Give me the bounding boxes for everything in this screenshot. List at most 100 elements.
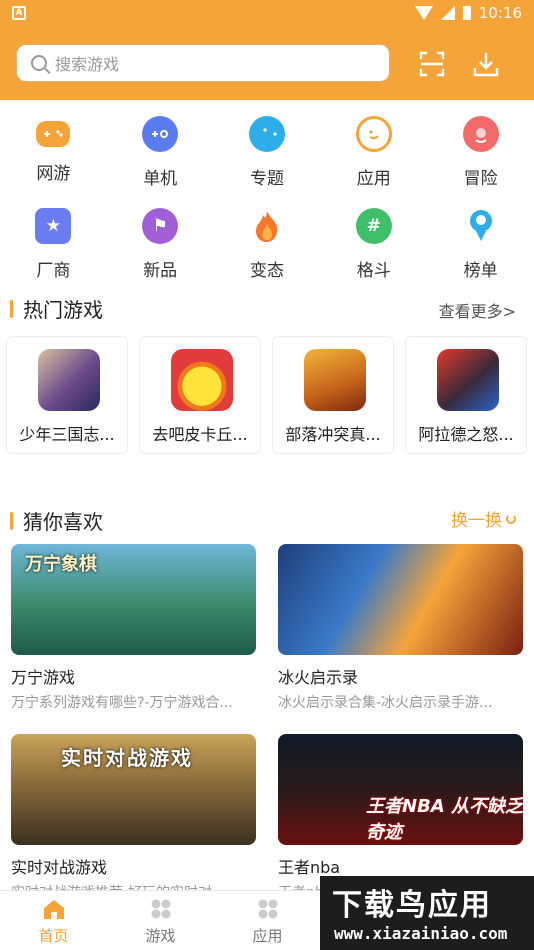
guess-card[interactable]: 冰火启示录 冰火启示录合集-冰火启示录手游... (278, 544, 523, 726)
tab-label: 游戏 (145, 927, 176, 945)
category-app[interactable]: 应用 (320, 108, 427, 200)
hashtag-chat-icon: # (355, 208, 392, 244)
trophy-icon (463, 208, 499, 244)
watermark-url: www.xiazainiao.com (334, 924, 508, 943)
category-rank[interactable]: 榜单 (427, 200, 534, 292)
guess-card[interactable]: 万宁象棋 万宁游戏 万宁系列游戏有哪些?-万宁游戏合... (11, 544, 256, 726)
battery-icon (462, 6, 471, 20)
category-topic[interactable]: 专题 (214, 108, 321, 200)
main-content: 网游 单机 专题 应用 冒险 ★ 厂商 ⚑ 新品 变态 # 格斗 榜单 热门游戏… (0, 100, 534, 890)
pacman-icon (248, 116, 285, 152)
site-watermark: 下载鸟应用 www.xiazainiao.com (320, 876, 534, 950)
header: 搜索游戏 (0, 28, 534, 100)
status-indicators: 10:16 (414, 4, 522, 22)
home-icon (43, 900, 64, 919)
adventure-icon (462, 116, 499, 152)
guess-card-title: 实时对战游戏 (11, 858, 108, 877)
tab-home[interactable]: 首页 (0, 891, 107, 950)
category-bt[interactable]: 变态 (214, 200, 321, 292)
category-label: 应用 (356, 169, 391, 189)
game-pikachu-icon (171, 349, 233, 411)
category-label: 专题 (249, 169, 284, 189)
hot-game-name: 少年三国志... (19, 425, 115, 444)
category-label: 榜单 (463, 261, 498, 281)
tab-apps[interactable]: 应用 (214, 891, 321, 950)
hot-games-heading: 热门游戏 (23, 298, 103, 322)
guess-card[interactable]: 实时对战游戏 实时对战游戏 实时对战游戏推荐-好玩的实时对... (11, 734, 256, 890)
category-adventure[interactable]: 冒险 (427, 108, 534, 200)
tab-label: 应用 (252, 927, 283, 945)
download-icon (473, 53, 499, 77)
guess-heading: 猜你喜欢 (23, 510, 103, 534)
title-accent-bar (10, 299, 13, 318)
status-bar: A 10:16 (0, 0, 534, 28)
hot-game-card[interactable]: 阿拉德之怒... (405, 336, 527, 454)
guess-card-desc: 万宁系列游戏有哪些?-万宁游戏合... (11, 695, 233, 711)
app-notification-icon: A (12, 6, 26, 20)
guess-banner-image: 王者NBA 从不缺乏奇迹 (278, 734, 523, 845)
star-badge-icon: ★ (35, 208, 72, 244)
category-label: 格斗 (356, 261, 391, 281)
category-online[interactable]: 网游 (0, 108, 107, 200)
category-label: 厂商 (36, 261, 71, 281)
hot-games-list: 少年三国志... 去吧皮卡丘... 部落冲突真... 阿拉德之怒... (6, 336, 527, 454)
category-vendor[interactable]: ★ 厂商 (0, 200, 107, 292)
tab-games[interactable]: 游戏 (107, 891, 214, 950)
category-single[interactable]: 单机 (107, 108, 214, 200)
wifi-icon (414, 6, 433, 20)
search-icon (31, 55, 47, 71)
guess-card-title: 王者nba (278, 858, 341, 877)
search-input[interactable]: 搜索游戏 (55, 51, 119, 75)
apps-icon (258, 899, 277, 919)
hot-game-name: 去吧皮卡丘... (152, 425, 248, 444)
refresh-label: 换一换 (451, 511, 502, 531)
guess-card-desc: 冰火启示录合集-冰火启示录手游... (278, 695, 493, 711)
refresh-button[interactable]: 换一换 (451, 506, 516, 531)
category-label: 冒险 (463, 169, 498, 189)
status-time: 10:16 (478, 4, 522, 22)
guess-banner-image (278, 544, 523, 655)
flame-icon (249, 208, 285, 244)
scan-icon (419, 51, 445, 77)
see-more-link[interactable]: 查看更多> (439, 298, 516, 322)
category-label: 单机 (143, 169, 178, 189)
search-bar[interactable]: 搜索游戏 (16, 44, 390, 82)
title-accent-bar (10, 511, 13, 530)
banner-text: 实时对战游戏 (61, 746, 193, 770)
hot-game-name: 部落冲突真... (285, 425, 381, 444)
guess-card-title: 万宁游戏 (11, 668, 76, 687)
gamepad-icon (36, 121, 71, 147)
app-face-icon (355, 116, 392, 152)
guess-banner-image: 实时对战游戏 (11, 734, 256, 845)
hot-game-name: 阿拉德之怒... (418, 425, 514, 444)
guess-banner-image: 万宁象棋 (11, 544, 256, 655)
category-label: 新品 (143, 261, 178, 281)
scan-button[interactable] (418, 50, 446, 78)
flag-icon: ⚑ (142, 208, 179, 244)
game-arad-icon (437, 349, 499, 411)
hot-games-section: 热门游戏 查看更多> 少年三国志... 去吧皮卡丘... 部落冲突真... 阿拉… (0, 286, 534, 490)
guess-card[interactable]: 王者NBA 从不缺乏奇迹 王者nba 王者nba... (278, 734, 523, 890)
refresh-icon (506, 513, 516, 524)
banner-text: 万宁象棋 (25, 554, 97, 575)
hot-game-card[interactable]: 去吧皮卡丘... (139, 336, 261, 454)
game-clash-icon (304, 349, 366, 411)
controller-icon (142, 116, 179, 152)
hot-game-card[interactable]: 少年三国志... (6, 336, 128, 454)
watermark-logo-text: 下载鸟应用 (332, 888, 492, 923)
guess-card-title: 冰火启示录 (278, 668, 359, 687)
category-label: 变态 (249, 261, 284, 281)
grid-icon (151, 899, 170, 919)
guess-card-desc: 实时对战游戏推荐-好玩的实时对... (11, 882, 256, 890)
signal-icon (440, 6, 455, 20)
category-new[interactable]: ⚑ 新品 (107, 200, 214, 292)
download-button[interactable] (472, 50, 500, 78)
guess-you-like-section: 猜你喜欢 换一换 万宁象棋 万宁游戏 万宁系列游戏有哪些?-万宁游戏合... 冰… (0, 490, 534, 890)
hot-game-card[interactable]: 部落冲突真... (272, 336, 394, 454)
tab-label: 首页 (38, 927, 69, 945)
category-fight[interactable]: # 格斗 (320, 200, 427, 292)
category-label: 网游 (36, 164, 71, 184)
hot-games-title: 热门游戏 (10, 294, 103, 323)
category-grid: 网游 单机 专题 应用 冒险 ★ 厂商 ⚑ 新品 变态 # 格斗 榜单 (0, 100, 534, 286)
banner-text: 王者NBA 从不缺乏奇迹 (366, 796, 523, 843)
